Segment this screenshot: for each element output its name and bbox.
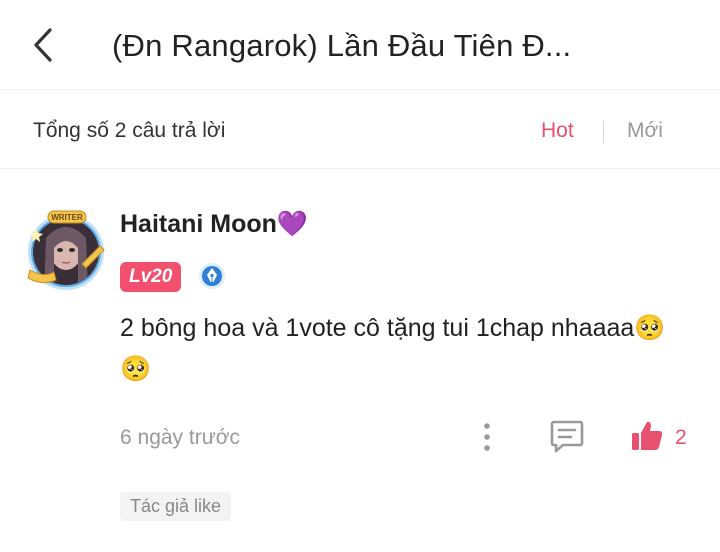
- back-button[interactable]: [26, 24, 62, 66]
- like-count: 2: [675, 426, 687, 449]
- comment-icon: [550, 420, 584, 453]
- like-button[interactable]: [630, 419, 664, 453]
- answers-toolbar: Tổng số 2 câu trả lời Hot Mới: [0, 91, 720, 169]
- comment-body: 2 bông hoa và 1vote cô tặng tui 1chap nh…: [120, 314, 666, 383]
- top-bar: (Đn Rangarok) Lần Đầu Tiên Đ...: [0, 0, 720, 90]
- sort-divider: [603, 121, 604, 143]
- sort-hot-tab[interactable]: Hot: [541, 119, 574, 143]
- reply-button[interactable]: [549, 419, 585, 453]
- thumbs-up-icon: [632, 421, 663, 450]
- more-options-button[interactable]: [474, 420, 500, 454]
- answer-count-label: Tổng số 2 câu trả lời: [33, 119, 226, 142]
- level-badge: Lv20: [120, 262, 182, 292]
- username[interactable]: Haitani Moon💜: [120, 210, 308, 239]
- comment-timestamp: 6 ngày trước: [120, 426, 241, 449]
- pen-nib-badge-icon: [198, 262, 226, 290]
- avatar-frame-label: WRITER: [51, 213, 83, 222]
- sort-new-tab[interactable]: Mới: [627, 119, 663, 143]
- author-liked-tag: Tác giả like: [120, 492, 232, 521]
- more-vertical-icon: [484, 423, 490, 451]
- chevron-left-icon: [34, 28, 52, 62]
- comment-item: WRITER Haitani Moon💜 Lv20 2 bông hoa và …: [0, 170, 720, 552]
- avatar[interactable]: WRITER: [24, 208, 108, 292]
- page-title: (Đn Rangarok) Lần Đầu Tiên Đ...: [112, 28, 572, 63]
